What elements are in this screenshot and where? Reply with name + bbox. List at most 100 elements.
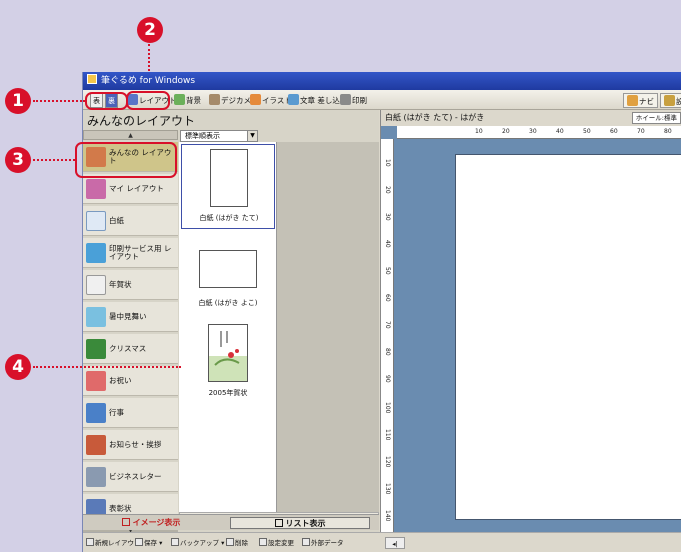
list-view-tab[interactable]: リスト表示	[230, 517, 370, 529]
ruler-tick-label: 20	[502, 128, 510, 135]
background-icon	[174, 94, 185, 105]
layout-gallery: 白紙 (はがき たて) 白紙 (はがき よこ) 2005年賀状	[179, 142, 277, 512]
category-label: 年賀状	[109, 280, 132, 290]
window-title: 筆ぐるめ for Windows	[101, 76, 196, 86]
thumbnail-paper	[199, 250, 257, 288]
ruler-tick-label: 50	[384, 267, 391, 275]
digicam-button[interactable]: デジカメ	[209, 93, 251, 108]
external-data-icon	[302, 538, 310, 546]
business-letter-icon	[86, 467, 106, 487]
image-view-label: イメージ表示	[132, 518, 181, 527]
category-item-oiwai[interactable]: お祝い	[83, 366, 178, 396]
save-label: 保存	[144, 539, 157, 547]
category-item-christmas[interactable]: クリスマス	[83, 334, 178, 364]
settings-change-button[interactable]: 設定変更	[259, 537, 294, 549]
category-scroll-up[interactable]: ▲	[83, 130, 178, 140]
printer-icon	[340, 94, 351, 105]
my-layout-icon	[86, 179, 106, 199]
callout-2-ring	[126, 91, 170, 110]
ruler-tick-label: 20	[384, 186, 391, 194]
ruler-tick-label: 30	[384, 213, 391, 221]
vertical-ruler: 10 20 30 40 50 60 70 80 90 100 110 120 130 140	[381, 139, 394, 532]
document-scroll-left[interactable]: ◂|	[385, 537, 405, 549]
digicam-label: デジカメ	[221, 96, 251, 105]
callout-2: 2	[137, 17, 163, 43]
document-title-bar: 白紙 (はがき たて) - はがき ホイール:標準	[381, 110, 681, 126]
navi-icon	[627, 95, 638, 106]
announcement-icon	[86, 435, 106, 455]
backup-icon	[171, 538, 179, 546]
navi-button[interactable]: ナビ	[623, 93, 658, 108]
save-button[interactable]: 保存 ▾	[135, 537, 162, 549]
category-label: お祝い	[109, 376, 132, 386]
delete-button[interactable]: 削除	[226, 537, 248, 549]
bottom-toolbar: 新規レイアウト 保存 ▾ バックアップ ▾ 削除 設定変更 外部データ ◂|	[83, 532, 681, 552]
postcard-page[interactable]	[455, 154, 681, 520]
print-button[interactable]: 印刷	[340, 93, 367, 108]
callout-3: 3	[5, 147, 31, 173]
save-icon	[135, 538, 143, 546]
new-year-card-icon	[86, 275, 106, 295]
category-label: お知らせ・挨拶	[109, 440, 162, 450]
background-button[interactable]: 背景	[174, 93, 201, 108]
thumbnail-2005-nengajo[interactable]: 2005年賀状	[181, 320, 275, 405]
view-mode-tabs: イメージ表示 リスト表示	[83, 514, 379, 530]
christmas-tree-icon	[86, 339, 106, 359]
backup-button[interactable]: バックアップ ▾	[171, 537, 224, 549]
category-label: 印刷サービス用 レイアウト	[109, 244, 172, 261]
trash-icon	[226, 538, 234, 546]
ruler-tick-label: 10	[475, 128, 483, 135]
ruler-tick-label: 90	[384, 375, 391, 383]
ruler-tick-label: 110	[384, 429, 391, 441]
category-item-nengajo[interactable]: 年賀状	[83, 270, 178, 300]
horizontal-ruler: 10 20 30 40 50 60 70 80	[397, 126, 681, 139]
external-data-button[interactable]: 外部データ	[302, 537, 344, 549]
thumbnail-caption: 白紙 (はがき よこ)	[198, 299, 258, 307]
illust-button[interactable]: イラスト	[250, 93, 292, 108]
delete-label: 削除	[235, 539, 248, 547]
category-item-blank[interactable]: 白紙	[83, 206, 178, 236]
thumbnail-blank-horizontal[interactable]: 白紙 (はがき よこ)	[181, 232, 275, 317]
sort-select[interactable]: 標準順表示 ▼	[180, 130, 258, 142]
document-panel: 白紙 (はがき たて) - はがき ホイール:標準 10 20 30 40 50 60 70 8…	[380, 110, 681, 532]
ruler-tick-label: 60	[610, 128, 618, 135]
category-item-business[interactable]: ビジネスレター	[83, 462, 178, 492]
category-list: みんなの レイアウト マイ レイアウト 白紙 印刷サービス用 レイアウト 年賀状…	[83, 142, 178, 529]
image-view-tab[interactable]: イメージ表示	[101, 517, 201, 529]
new-layout-button[interactable]: 新規レイアウト	[86, 537, 141, 549]
text-insert-button[interactable]: 文章 差し込み	[288, 93, 347, 108]
thumbnail-paper	[210, 149, 248, 207]
ruler-tick-label: 70	[384, 321, 391, 329]
category-item-gyoji[interactable]: 行事	[83, 398, 178, 428]
thumbnail-caption: 2005年賀状	[208, 389, 248, 397]
camera-icon	[209, 94, 220, 105]
category-label: ビジネスレター	[109, 472, 162, 482]
category-item-my[interactable]: マイ レイアウト	[83, 174, 178, 204]
ruler-tick-label: 130	[384, 483, 391, 495]
summer-greeting-icon	[86, 307, 106, 327]
category-label: クリスマス	[109, 344, 147, 354]
settings-label: 設	[676, 97, 681, 106]
print-label: 印刷	[352, 96, 367, 105]
callout-1-leader	[33, 100, 85, 102]
blank-paper-icon	[86, 211, 106, 231]
ruler-tick-label: 80	[664, 128, 672, 135]
new-layout-icon	[86, 538, 94, 546]
settings-button[interactable]: 設	[660, 93, 681, 108]
ruler-tick-label: 30	[529, 128, 537, 135]
sort-select-value: 標準順表示	[185, 132, 220, 140]
ruler-tick-label: 70	[637, 128, 645, 135]
category-item-shochu[interactable]: 暑中見舞い	[83, 302, 178, 332]
settings-change-icon	[259, 538, 267, 546]
title-bar: 筆ぐるめ for Windows	[83, 72, 681, 90]
category-item-oshirase[interactable]: お知らせ・挨拶	[83, 430, 178, 460]
category-item-print-service[interactable]: 印刷サービス用 レイアウト	[83, 238, 178, 268]
wheel-mode-select[interactable]: ホイール:標準	[631, 112, 681, 124]
callout-3-leader	[33, 159, 75, 161]
new-layout-label: 新規レイアウト	[95, 539, 141, 547]
print-service-icon	[86, 243, 106, 263]
callout-1: 1	[5, 88, 31, 114]
thumbnail-blank-vertical[interactable]: 白紙 (はがき たて)	[181, 144, 275, 229]
category-label: 白紙	[109, 216, 124, 226]
background-label: 背景	[186, 96, 201, 105]
